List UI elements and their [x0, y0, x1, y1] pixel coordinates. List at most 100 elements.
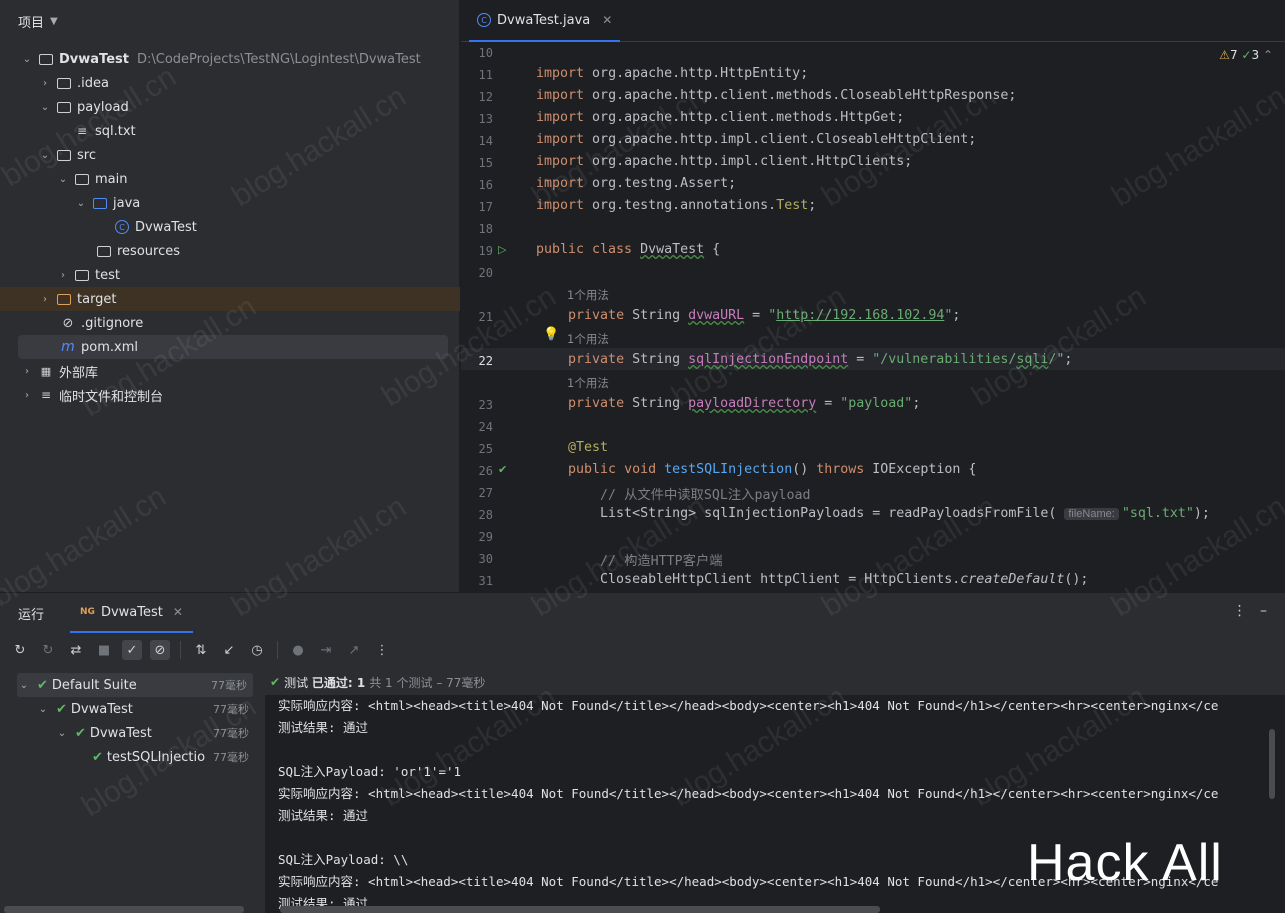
- chevron-down-icon: ⌄: [58, 173, 68, 185]
- usage-hint[interactable]: 1个用法: [567, 287, 609, 303]
- chevron-down-icon: ⌄: [22, 53, 32, 65]
- tree-item-root[interactable]: ⌄ DvwaTest D:\CodeProjects\TestNG\Logintes…: [0, 47, 460, 71]
- show-passed-icon[interactable]: ✓: [122, 640, 142, 660]
- test-node-class[interactable]: ⌄ ✔ DvwaTest 77毫秒: [36, 697, 249, 721]
- code-editor[interactable]: ⚠7 ✓3 ⌃ 10 11 12 13 14 15 16 17 18 19 20…: [461, 42, 1285, 592]
- test-node-method[interactable]: ✔ testSQLInjectio 77毫秒: [88, 745, 249, 769]
- maven-icon: m: [61, 339, 75, 355]
- line-number: 29: [478, 530, 493, 544]
- ok-count: 3: [1251, 48, 1260, 62]
- ignore-file-icon: ⊘: [62, 315, 74, 331]
- tree-label: target: [77, 291, 117, 307]
- history-icon[interactable]: ◷: [247, 640, 267, 660]
- code-line: import org.apache.http.impl.client.HttpC…: [536, 154, 913, 169]
- show-ignored-icon[interactable]: ⊘: [150, 640, 170, 660]
- line-number: 22: [478, 354, 493, 368]
- chevron-right-icon: ›: [43, 293, 47, 305]
- run-tab-dvwatest[interactable]: NG DvwaTest ✕: [70, 593, 193, 633]
- code-line: public void testSQLInjection() throws IO…: [568, 462, 977, 477]
- vertical-scrollbar[interactable]: [1269, 729, 1275, 799]
- folder-icon: [74, 172, 90, 186]
- rerun-icon[interactable]: ↻: [10, 640, 30, 660]
- line-number: 19: [478, 244, 493, 258]
- line-number: 20: [478, 266, 493, 280]
- tree-item-payload[interactable]: ⌄ payload: [0, 95, 460, 119]
- close-icon[interactable]: ✕: [173, 605, 183, 619]
- check-icon: ✔: [270, 675, 281, 689]
- editor-tab-dvwatest[interactable]: C DvwaTest.java ✕: [469, 0, 621, 42]
- test-time: 77毫秒: [213, 703, 249, 716]
- warning-count: 7: [1229, 48, 1238, 62]
- tree-item-pom[interactable]: m pom.xml: [18, 335, 448, 359]
- chevron-right-icon: ›: [61, 269, 65, 281]
- code-line: private String dvwaURL = "http://192.168…: [568, 308, 961, 323]
- stop-icon[interactable]: ■: [94, 640, 114, 660]
- tree-item-target[interactable]: › target: [0, 287, 460, 311]
- close-icon[interactable]: ✕: [602, 13, 612, 27]
- rerun-failed-icon[interactable]: ↻: [38, 640, 58, 660]
- tree-item-dvwatest-class[interactable]: C DvwaTest: [0, 215, 460, 239]
- status-prefix: 测试: [284, 675, 309, 690]
- test-label: DvwaTest: [70, 701, 133, 717]
- tree-item-resources[interactable]: resources: [0, 239, 460, 263]
- lightbulb-icon[interactable]: 💡: [543, 327, 559, 342]
- tree-item-java[interactable]: ⌄ java: [0, 191, 460, 215]
- usage-hint[interactable]: 1个用法: [567, 331, 609, 347]
- import-icon[interactable]: ⇥: [316, 640, 336, 660]
- tree-label: DvwaTest: [59, 51, 129, 67]
- console-line: SQL注入Payload: 'or'1'='1: [278, 764, 462, 779]
- line-number: 24: [478, 420, 493, 434]
- usage-hint[interactable]: 1个用法: [567, 375, 609, 391]
- inspection-widget[interactable]: ⚠7 ✓3 ⌃: [1219, 48, 1273, 62]
- export-icon[interactable]: ↗: [344, 640, 364, 660]
- more-options-icon[interactable]: ⋮ –: [1233, 603, 1267, 619]
- editor-tab-bar: C DvwaTest.java ✕: [461, 0, 1285, 42]
- run-class-icon[interactable]: ▷: [498, 243, 506, 256]
- test-label: DvwaTest: [89, 725, 152, 741]
- resources-folder-icon: [96, 244, 112, 258]
- line-number: 11: [478, 68, 493, 82]
- tree-item-external-libs[interactable]: › ▦ 外部库: [0, 359, 460, 383]
- chevron-down-icon: ⌄: [57, 727, 67, 739]
- tree-item-sql-txt[interactable]: ≡ sql.txt: [0, 119, 460, 143]
- chevron-right-icon: ›: [25, 365, 29, 377]
- tree-item-src[interactable]: ⌄ src: [0, 143, 460, 167]
- folder-icon: [56, 148, 72, 162]
- check-icon: ✔: [92, 749, 103, 765]
- code-line: CloseableHttpClient httpClient = HttpCli…: [536, 572, 1089, 587]
- tree-item-test[interactable]: › test: [0, 263, 460, 287]
- line-number: 18: [478, 222, 493, 236]
- project-header[interactable]: 项目 ▼: [0, 0, 459, 42]
- more-icon[interactable]: ⋮: [372, 640, 392, 660]
- module-folder-icon: [38, 52, 54, 66]
- folder-icon: [56, 292, 72, 306]
- tree-item-idea[interactable]: › .idea: [0, 71, 460, 95]
- tree-item-main[interactable]: ⌄ main: [0, 167, 460, 191]
- line-number: 26: [478, 464, 493, 478]
- code-line: private String sqlInjectionEndpoint = "/…: [568, 352, 1073, 367]
- tree-label: pom.xml: [81, 339, 138, 355]
- project-panel: 项目 ▼ ⌄ DvwaTest D:\CodeProjects\TestNG\Logi…: [0, 0, 460, 592]
- tree-path: D:\CodeProjects\TestNG\Logintest\DvwaTes…: [136, 51, 421, 67]
- tree-item-scratches[interactable]: › ≡ 临时文件和控制台: [0, 383, 460, 407]
- line-number: 27: [478, 486, 493, 500]
- tree-item-gitignore[interactable]: ⊘ .gitignore: [0, 311, 460, 335]
- chevron-down-icon: ⌄: [38, 703, 48, 715]
- camera-icon[interactable]: ●: [288, 640, 308, 660]
- horizontal-scrollbar[interactable]: [4, 906, 244, 913]
- code-line: @Test: [568, 440, 609, 455]
- line-number: 25: [478, 442, 493, 456]
- horizontal-scrollbar[interactable]: [280, 906, 880, 913]
- test-tree: ⌄ ✔ Default Suite 77毫秒 ⌄ ✔ DvwaTest 77毫秒 ⌄ ✔ Dvw…: [0, 669, 265, 913]
- warning-icon: ⚠: [1219, 48, 1230, 62]
- source-folder-icon: [92, 196, 108, 210]
- sort-icon[interactable]: ⇅: [191, 640, 211, 660]
- line-number: 10: [478, 46, 493, 60]
- test-node-suite[interactable]: ⌄ ✔ Default Suite 77毫秒: [17, 673, 253, 697]
- line-number: 12: [478, 90, 493, 104]
- test-node-class[interactable]: ⌄ ✔ DvwaTest 77毫秒: [55, 721, 249, 745]
- toggle-auto-test-icon[interactable]: ⇄: [66, 640, 86, 660]
- collapse-icon[interactable]: ↙: [219, 640, 239, 660]
- line-number: 16: [478, 178, 493, 192]
- run-test-passed-icon[interactable]: ✔: [498, 463, 507, 476]
